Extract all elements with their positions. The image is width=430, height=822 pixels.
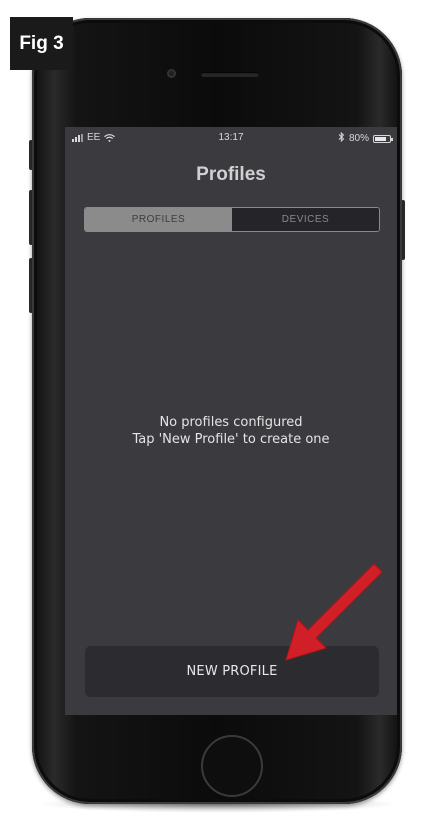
tab-profiles[interactable]: PROFILES bbox=[85, 208, 232, 231]
tab-devices[interactable]: DEVICES bbox=[232, 208, 379, 231]
battery-icon bbox=[373, 134, 393, 143]
battery-fill bbox=[375, 136, 387, 141]
front-camera bbox=[167, 69, 176, 78]
home-button[interactable] bbox=[201, 735, 263, 797]
empty-state-message: No profiles configured Tap 'New Profile'… bbox=[65, 414, 397, 448]
segmented-control: PROFILES DEVICES bbox=[84, 207, 380, 232]
earpiece-speaker bbox=[201, 72, 259, 77]
bluetooth-icon bbox=[338, 131, 345, 145]
arrow-icon bbox=[285, 563, 383, 661]
battery-percent: 80% bbox=[348, 133, 369, 144]
empty-state-line-2: Tap 'New Profile' to create one bbox=[132, 432, 330, 447]
status-right: 80% bbox=[338, 131, 393, 145]
figure-canvas: Fig 3 EE 13:17 80% Profiles PROFILES DEV… bbox=[0, 0, 430, 822]
status-bar: EE 13:17 80% bbox=[65, 127, 397, 147]
figure-label: Fig 3 bbox=[10, 17, 73, 70]
empty-state-line-1: No profiles configured bbox=[159, 415, 303, 430]
page-title: Profiles bbox=[196, 164, 266, 185]
